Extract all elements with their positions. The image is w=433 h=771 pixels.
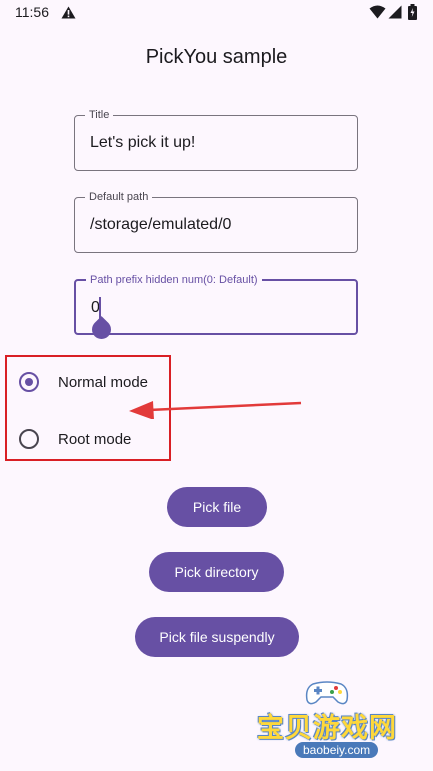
wifi-icon	[369, 5, 386, 19]
title-field-value: Let's pick it up!	[90, 134, 196, 151]
annotation-arrow-icon	[129, 401, 302, 419]
title-field[interactable]: Title Let's pick it up!	[74, 108, 358, 171]
pick-file-suspendly-button[interactable]: Pick file suspendly	[135, 617, 299, 657]
cellular-signal-icon	[388, 5, 402, 19]
battery-icon	[408, 4, 417, 20]
cursor-handle[interactable]	[88, 316, 115, 343]
watermark-url: baobeiy.com	[295, 742, 379, 758]
status-time: 11:56	[15, 4, 49, 20]
page-title: PickYou sample	[145, 46, 288, 68]
path-prefix-field-label: Path prefix hidden num(0: Default)	[86, 273, 262, 287]
pick-file-button[interactable]: Pick file	[167, 487, 267, 527]
title-field-label: Title	[85, 108, 114, 122]
warning-icon	[61, 6, 76, 19]
path-prefix-field[interactable]: Path prefix hidden num(0: Default) 0	[74, 273, 358, 343]
status-bar: 11:56	[0, 0, 433, 26]
default-path-field-value: /storage/emulated/0	[90, 216, 232, 233]
default-path-field-label: Default path	[85, 190, 153, 204]
watermark-text: 宝贝游戏网	[257, 713, 397, 744]
gamepad-icon	[305, 681, 349, 705]
default-path-field[interactable]: Default path /storage/emulated/0	[74, 190, 358, 253]
watermark: 宝贝游戏网 baobeiy.com	[255, 676, 415, 766]
pick-directory-button[interactable]: Pick directory	[149, 552, 284, 592]
